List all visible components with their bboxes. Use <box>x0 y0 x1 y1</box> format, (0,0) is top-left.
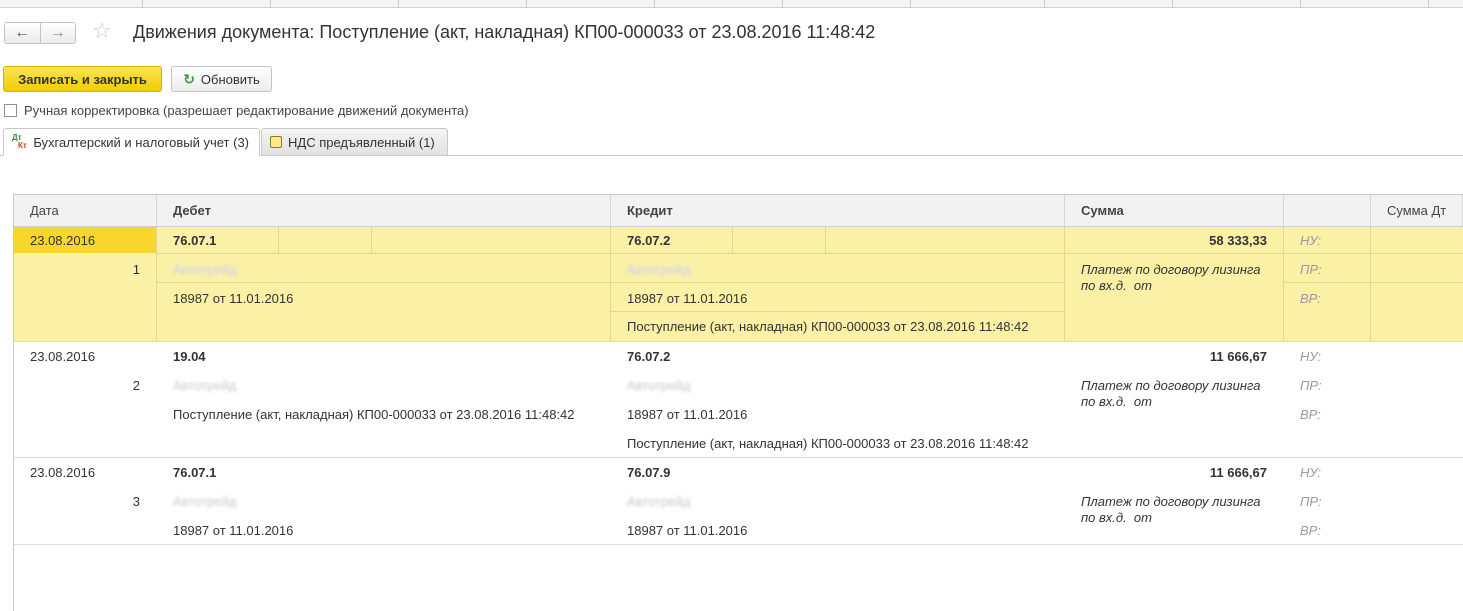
posting-number: 3 <box>132 494 140 509</box>
nu-label: НУ: <box>1300 233 1322 248</box>
credit-subconto-1: Автотрейд <box>627 262 691 277</box>
debit-account: 76.07.1 <box>173 465 217 480</box>
posting-content-line1: Платеж по договору лизинга <box>1081 262 1261 277</box>
table-row[interactable]: 23.08.2016 3 76.07.1 Автотрейд 18987 от … <box>14 458 1463 545</box>
debit-subconto-2: 18987 от 11.01.2016 <box>173 523 294 538</box>
column-header-debit[interactable]: Дебет <box>157 195 611 226</box>
table-header: Дата Дебет Кредит Сумма Сумма Дт <box>14 195 1463 227</box>
refresh-icon: ↻ <box>183 70 195 87</box>
credit-subconto-3: Поступление (акт, накладная) КП00-000033… <box>627 436 1029 451</box>
credit-subconto-2: 18987 от 11.01.2016 <box>627 407 748 422</box>
manual-adjust-label[interactable]: Ручная корректировка (разрешает редактир… <box>24 103 469 118</box>
debit-account: 19.04 <box>173 349 206 364</box>
credit-subconto-2: 18987 от 11.01.2016 <box>627 523 748 538</box>
vr-label: ВР: <box>1300 291 1321 306</box>
pr-label: ПР: <box>1300 378 1322 393</box>
posting-amount: 58 333,33 <box>1209 233 1267 248</box>
register-icon <box>270 136 282 148</box>
star-icon[interactable]: ☆ <box>92 20 112 42</box>
save-and-close-button[interactable]: Записать и закрыть <box>3 66 162 92</box>
credit-account: 76.07.2 <box>627 233 671 248</box>
arrow-left-icon[interactable]: ← <box>5 23 40 43</box>
credit-subconto-3: Поступление (акт, накладная) КП00-000033… <box>627 319 1029 334</box>
debit-subconto-1: Автотрейд <box>173 262 237 277</box>
credit-subconto-2: 18987 от 11.01.2016 <box>627 291 748 306</box>
credit-account: 76.07.9 <box>627 465 671 480</box>
table-row[interactable]: 23.08.2016 2 19.04 Автотрейд Поступление… <box>14 342 1463 458</box>
tab-vat[interactable]: НДС предъявленный (1) <box>261 128 448 156</box>
posting-number: 2 <box>132 378 140 393</box>
nu-label: НУ: <box>1300 465 1322 480</box>
nu-label: НУ: <box>1300 349 1322 364</box>
refresh-button-label: Обновить <box>200 71 260 87</box>
tab-accounting[interactable]: Дт Кт Бухгалтерский и налоговый учет (3) <box>3 128 260 156</box>
debit-subconto-1: Автотрейд <box>173 494 237 509</box>
credit-subconto-1: Автотрейд <box>627 378 691 393</box>
credit-subconto-1: Автотрейд <box>627 494 691 509</box>
posting-content-line2: по вх.д. от <box>1081 278 1152 293</box>
vr-label: ВР: <box>1300 407 1321 422</box>
postings-table: Дата Дебет Кредит Сумма Сумма Дт 23.08.2… <box>14 194 1463 545</box>
posting-date: 23.08.2016 <box>30 233 96 248</box>
debit-subconto-1: Автотрейд <box>173 378 237 393</box>
manual-adjust-checkbox[interactable] <box>4 104 17 117</box>
column-header-date[interactable]: Дата <box>14 195 157 226</box>
dt-kt-icon: Дт Кт <box>12 133 27 150</box>
posting-content-line2: по вх.д. от <box>1081 394 1152 409</box>
column-header-amount[interactable]: Сумма <box>1065 195 1284 226</box>
tab-vat-label: НДС предъявленный (1) <box>288 134 435 150</box>
debit-account: 76.07.1 <box>173 233 217 248</box>
column-header-credit[interactable]: Кредит <box>611 195 1065 226</box>
debit-subconto-2: Поступление (акт, накладная) КП00-000033… <box>173 407 575 422</box>
pr-label: ПР: <box>1300 262 1322 277</box>
pr-label: ПР: <box>1300 494 1322 509</box>
posting-content-line1: Платеж по договору лизинга <box>1081 494 1261 509</box>
page-title: Движения документа: Поступление (акт, на… <box>133 22 876 42</box>
credit-account: 76.07.2 <box>627 349 671 364</box>
posting-content-line1: Платеж по договору лизинга <box>1081 378 1261 393</box>
posting-date: 23.08.2016 <box>30 349 96 364</box>
posting-date: 23.08.2016 <box>30 465 96 480</box>
posting-content-line2: по вх.д. от <box>1081 510 1152 525</box>
vr-label: ВР: <box>1300 523 1321 538</box>
refresh-button[interactable]: ↻ Обновить <box>171 66 272 92</box>
top-window-strip <box>0 0 1463 8</box>
posting-amount: 11 666,67 <box>1209 465 1267 480</box>
table-row[interactable]: 23.08.2016 1 76.07.1 Автотрейд 18987 от … <box>14 227 1463 342</box>
tab-accounting-label: Бухгалтерский и налоговый учет (3) <box>33 134 249 150</box>
column-header-accounting-type[interactable] <box>1284 195 1371 226</box>
posting-number: 1 <box>132 262 140 277</box>
nav-buttons: ← → <box>4 22 76 44</box>
arrow-right-icon[interactable]: → <box>39 23 76 43</box>
posting-amount: 11 666,67 <box>1209 349 1267 364</box>
manual-adjust-row: Ручная корректировка (разрешает редактир… <box>4 103 469 118</box>
debit-subconto-2: 18987 от 11.01.2016 <box>173 291 294 306</box>
column-header-amount-dt[interactable]: Сумма Дт <box>1371 195 1463 226</box>
